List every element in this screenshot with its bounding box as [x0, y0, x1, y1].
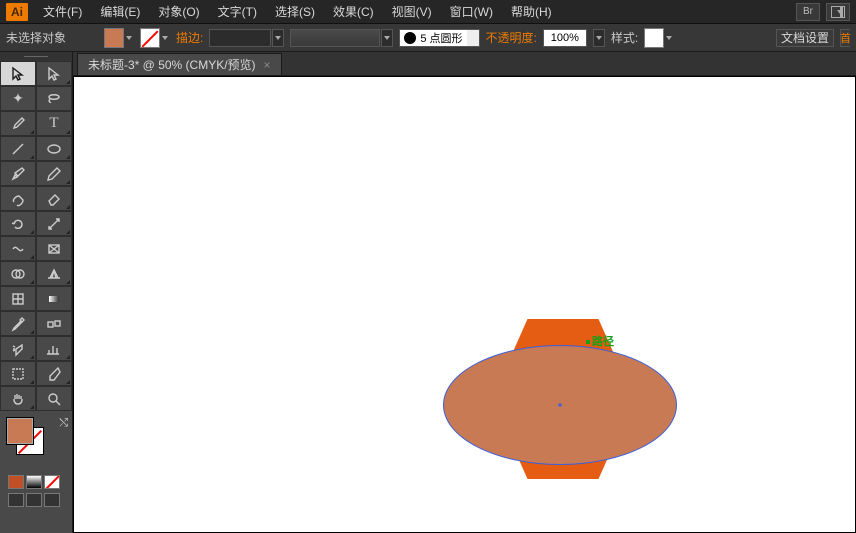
zoom-tool[interactable] — [36, 386, 72, 411]
opacity-label: 不透明度: — [486, 29, 537, 46]
app-logo: Ai — [6, 3, 28, 21]
preferences-button[interactable]: 首 — [840, 29, 850, 47]
smart-guide-text: 路径 — [592, 336, 614, 348]
screen-mode-full[interactable] — [26, 493, 42, 507]
brush-name: 5 点圆形 — [420, 30, 466, 46]
lasso-tool[interactable] — [36, 86, 72, 111]
menu-help[interactable]: 帮助(H) — [502, 0, 561, 24]
hand-tool[interactable] — [0, 386, 36, 411]
artboard-tool[interactable] — [0, 361, 36, 386]
menu-select[interactable]: 选择(S) — [266, 0, 324, 24]
pen-tool[interactable] — [0, 111, 36, 136]
toolbox: ✦ T — [0, 52, 73, 533]
rotate-tool[interactable] — [0, 211, 36, 236]
canvas[interactable]: 路径 — [73, 76, 856, 533]
line-segment-tool[interactable] — [0, 136, 36, 161]
graphic-style-swatch[interactable] — [644, 28, 664, 48]
tool-grid: ✦ T — [0, 61, 72, 411]
stroke-swatch[interactable] — [140, 28, 160, 48]
menu-type[interactable]: 文字(T) — [209, 0, 266, 24]
column-graph-tool[interactable] — [36, 336, 72, 361]
menu-object[interactable]: 对象(O) — [149, 0, 208, 24]
magic-wand-tool[interactable]: ✦ — [0, 86, 36, 111]
artboard — [73, 76, 856, 533]
opacity-dropdown[interactable] — [593, 29, 605, 47]
workspace: ✦ T — [0, 52, 856, 533]
swap-fill-stroke-icon[interactable]: ⤭ — [59, 417, 68, 430]
screen-mode-normal[interactable] — [8, 493, 24, 507]
close-tab-icon[interactable]: × — [264, 58, 271, 72]
screen-mode-presentation[interactable] — [44, 493, 60, 507]
free-transform-tool[interactable] — [36, 236, 72, 261]
menu-bar: Ai 文件(F) 编辑(E) 对象(O) 文字(T) 选择(S) 效果(C) 视… — [0, 0, 856, 24]
gradient-tool[interactable] — [36, 286, 72, 311]
blob-brush-tool[interactable] — [0, 186, 36, 211]
menu-edit[interactable]: 编辑(E) — [91, 0, 149, 24]
eraser-tool[interactable] — [36, 186, 72, 211]
anchor-icon — [586, 340, 590, 344]
document-tab[interactable]: 未标题-3* @ 50% (CMYK/预览) × — [77, 53, 282, 75]
menu-effect[interactable]: 效果(C) — [324, 0, 383, 24]
variable-width-profile[interactable] — [290, 29, 393, 47]
smart-guide-label: 路径 — [586, 333, 614, 349]
selection-tool[interactable] — [0, 61, 36, 86]
selection-label: 未选择对象 — [6, 29, 98, 46]
stroke-label: 描边: — [176, 29, 203, 46]
color-mode-solid[interactable] — [8, 475, 24, 489]
document-tab-title: 未标题-3* @ 50% (CMYK/预览) — [88, 56, 256, 73]
eyedropper-tool[interactable] — [0, 311, 36, 336]
shape-builder-tool[interactable] — [0, 261, 36, 286]
type-tool[interactable]: T — [36, 111, 72, 136]
scale-tool[interactable] — [36, 211, 72, 236]
symbol-sprayer-tool[interactable] — [0, 336, 36, 361]
ellipse-center-point — [559, 404, 562, 407]
screen-mode-row — [8, 493, 66, 507]
ellipse-shape[interactable] — [443, 345, 677, 465]
fill-color[interactable] — [6, 417, 34, 445]
width-tool[interactable] — [0, 236, 36, 261]
style-label: 样式: — [611, 29, 638, 46]
document-setup-button[interactable]: 文档设置 — [776, 29, 834, 47]
slice-tool[interactable] — [36, 361, 72, 386]
brush-definition[interactable]: 5 点圆形 — [399, 29, 479, 47]
menu-file[interactable]: 文件(F) — [34, 0, 91, 24]
toolbox-gripper[interactable] — [0, 52, 72, 61]
fill-stroke-well[interactable]: ⤭ — [0, 411, 72, 513]
brush-dot-icon — [404, 32, 416, 44]
opacity-field[interactable]: 100% — [543, 29, 587, 47]
ellipse-tool[interactable] — [36, 136, 72, 161]
document-tab-bar: 未标题-3* @ 50% (CMYK/预览) × — [73, 52, 856, 76]
pencil-tool[interactable] — [36, 161, 72, 186]
color-mode-gradient[interactable] — [26, 475, 42, 489]
fill-swatch[interactable] — [104, 28, 124, 48]
control-bar: 未选择对象 描边: 5 点圆形 不透明度: 100% 样式: 文档设置 首 — [0, 24, 856, 52]
color-mode-row — [8, 475, 66, 489]
menu-window[interactable]: 窗口(W) — [441, 0, 502, 24]
blend-tool[interactable] — [36, 311, 72, 336]
perspective-grid-tool[interactable] — [36, 261, 72, 286]
bridge-button[interactable]: Br — [796, 3, 820, 21]
stroke-weight-field[interactable] — [209, 29, 284, 47]
paintbrush-tool[interactable] — [0, 161, 36, 186]
direct-selection-tool[interactable] — [36, 61, 72, 86]
mesh-tool[interactable] — [0, 286, 36, 311]
layout-switcher[interactable] — [826, 3, 850, 21]
menu-view[interactable]: 视图(V) — [383, 0, 441, 24]
color-mode-none[interactable] — [44, 475, 60, 489]
document-area: 未标题-3* @ 50% (CMYK/预览) × 路径 — [73, 52, 856, 533]
